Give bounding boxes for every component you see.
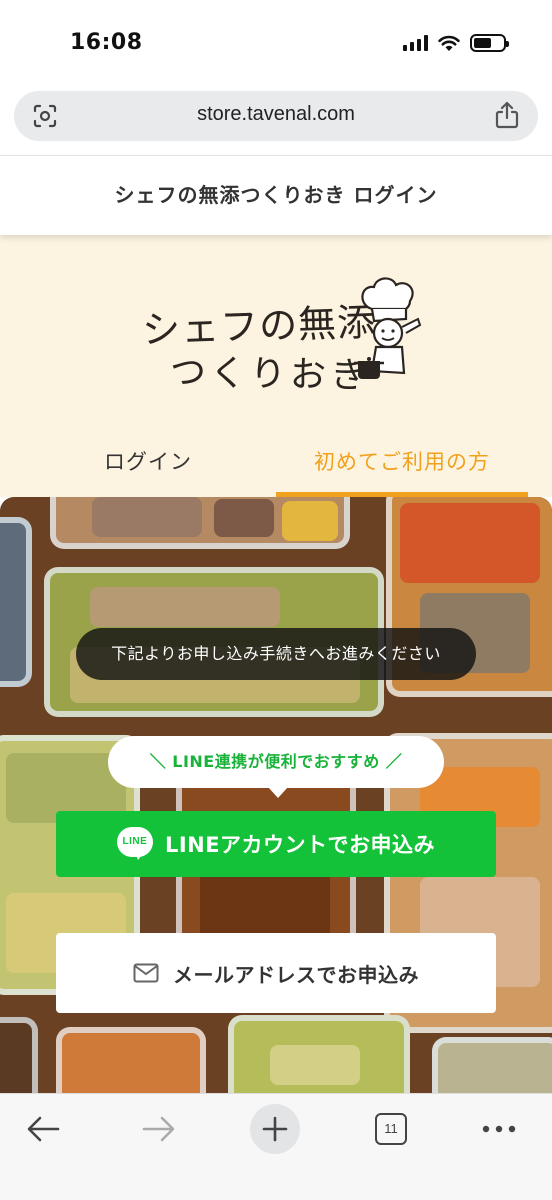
page-title: シェフの無添つくりおき ログイン (114, 183, 438, 207)
forward-button[interactable] (134, 1104, 184, 1154)
back-arrow-icon (27, 1116, 60, 1142)
line-logo-icon: LINE (116, 827, 153, 861)
more-icon (482, 1125, 516, 1133)
signup-panel: 下記よりお申し込み手続きへお進みください ＼ LINE連携が便利でおすすめ ／ … (0, 497, 552, 1093)
battery-icon (470, 34, 509, 52)
email-signup-label: メールアドレスでお申込み (173, 962, 419, 987)
mail-icon (133, 963, 159, 983)
status-icons (403, 34, 509, 52)
chef-mascot-icon (354, 277, 422, 379)
brand-area: シェフの無添 つくりおき ログイン 初めてご利用の方 (0, 235, 552, 497)
share-icon[interactable] (494, 101, 520, 129)
plus-icon (262, 1116, 288, 1142)
site-header: シェフの無添つくりおき ログイン (0, 155, 552, 235)
browser-toolbar: 11 (0, 1093, 552, 1200)
back-button[interactable] (18, 1104, 68, 1154)
wifi-icon (438, 35, 460, 51)
line-signup-label: LINEアカウントでお申込み (164, 833, 436, 857)
brand-logo: シェフの無添 つくりおき (140, 275, 422, 397)
instruction-notice: 下記よりお申し込み手続きへお進みください (76, 628, 476, 680)
line-logo-text: LINE (122, 836, 148, 847)
tab-first-time[interactable]: 初めてご利用の方 (276, 440, 528, 497)
signal-icon (403, 35, 428, 51)
address-bar[interactable]: store.tavenal.com (14, 91, 538, 141)
forward-arrow-icon (142, 1116, 175, 1142)
tabs-button[interactable]: 11 (366, 1104, 416, 1154)
logo-line2: つくりおき (169, 352, 371, 397)
auth-tabs: ログイン 初めてご利用の方 (0, 440, 552, 497)
tabs-icon: 11 (375, 1113, 407, 1145)
url-text[interactable]: store.tavenal.com (14, 103, 538, 126)
line-signup-button[interactable]: LINE LINEアカウントでお申込み (56, 811, 496, 877)
status-time: 16:08 (70, 30, 143, 55)
line-recommend-bubble: ＼ LINE連携が便利でおすすめ ／ (108, 736, 444, 798)
tab-login[interactable]: ログイン (40, 440, 256, 497)
status-bar: 16:08 (0, 0, 552, 86)
email-signup-button[interactable]: メールアドレスでお申込み (56, 933, 496, 1013)
more-button[interactable] (474, 1104, 524, 1154)
new-tab-button[interactable] (250, 1104, 300, 1154)
